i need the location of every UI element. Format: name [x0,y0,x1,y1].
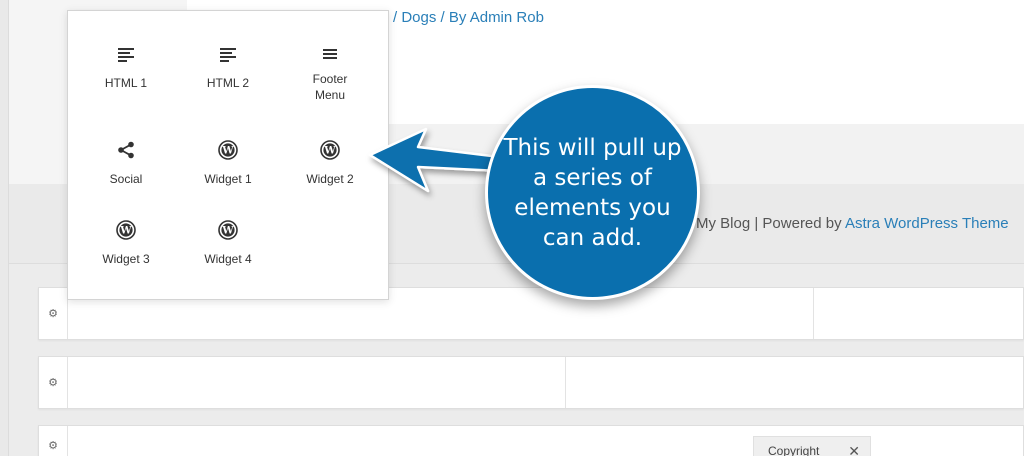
element-widget-4[interactable]: W Widget 4 [178,217,278,267]
element-widget-1[interactable]: W Widget 1 [178,137,278,187]
copyright-label: Copyright [768,444,820,456]
element-widget-3[interactable]: W Widget 3 [76,217,176,267]
html-icon [76,41,176,67]
svg-text:W: W [221,226,234,237]
copyright-element[interactable]: Copyright ✕ [753,436,871,456]
element-social[interactable]: Social [76,137,176,187]
post-breadcrumb[interactable]: ent / Dogs / By Admin Rob [368,9,544,26]
row-settings-gear-icon[interactable]: ⚙ [39,357,68,408]
element-label: HTML 1 [104,76,148,90]
row-settings-gear-icon[interactable]: ⚙ [39,426,68,456]
element-html-2[interactable]: HTML 2 [178,41,278,91]
wordpress-icon: W [178,217,278,243]
element-picker-popup: HTML 1 HTML 2 Footer Menu Social W Widge… [67,10,389,300]
column-divider [813,288,814,339]
callout-text: This will pull up a series of elements y… [503,134,682,251]
element-label: Social [109,172,143,186]
element-label: Widget 3 [102,252,150,266]
footer-credit: My Blog | Powered by Astra WordPress The… [696,215,1009,232]
column-divider [565,357,566,408]
svg-text:W: W [323,146,336,157]
element-label: Footer Menu [312,72,348,102]
wordpress-icon: W [178,137,278,163]
left-sidebar-strip [0,0,9,456]
footer-credit-prefix: My Blog | Powered by [696,215,845,232]
annotation-callout: This will pull up a series of elements y… [485,85,700,300]
share-icon [76,137,176,163]
html-icon [178,41,278,67]
element-label: Widget 4 [204,252,252,266]
element-html-1[interactable]: HTML 1 [76,41,176,91]
svg-text:W: W [119,226,132,237]
wordpress-icon: W [76,217,176,243]
close-icon[interactable]: ✕ [848,443,860,456]
row-settings-gear-icon[interactable]: ⚙ [39,288,68,339]
builder-row-middle: ⚙ [38,356,1024,409]
element-label: Widget 1 [204,172,252,186]
builder-row-bottom: ⚙ Copyright ✕ [38,425,1024,456]
astra-theme-link[interactable]: Astra WordPress Theme [845,215,1009,232]
element-label: HTML 2 [206,76,250,90]
element-footer-menu[interactable]: Footer Menu [280,41,380,103]
menu-icon [280,41,380,67]
svg-text:W: W [221,146,234,157]
